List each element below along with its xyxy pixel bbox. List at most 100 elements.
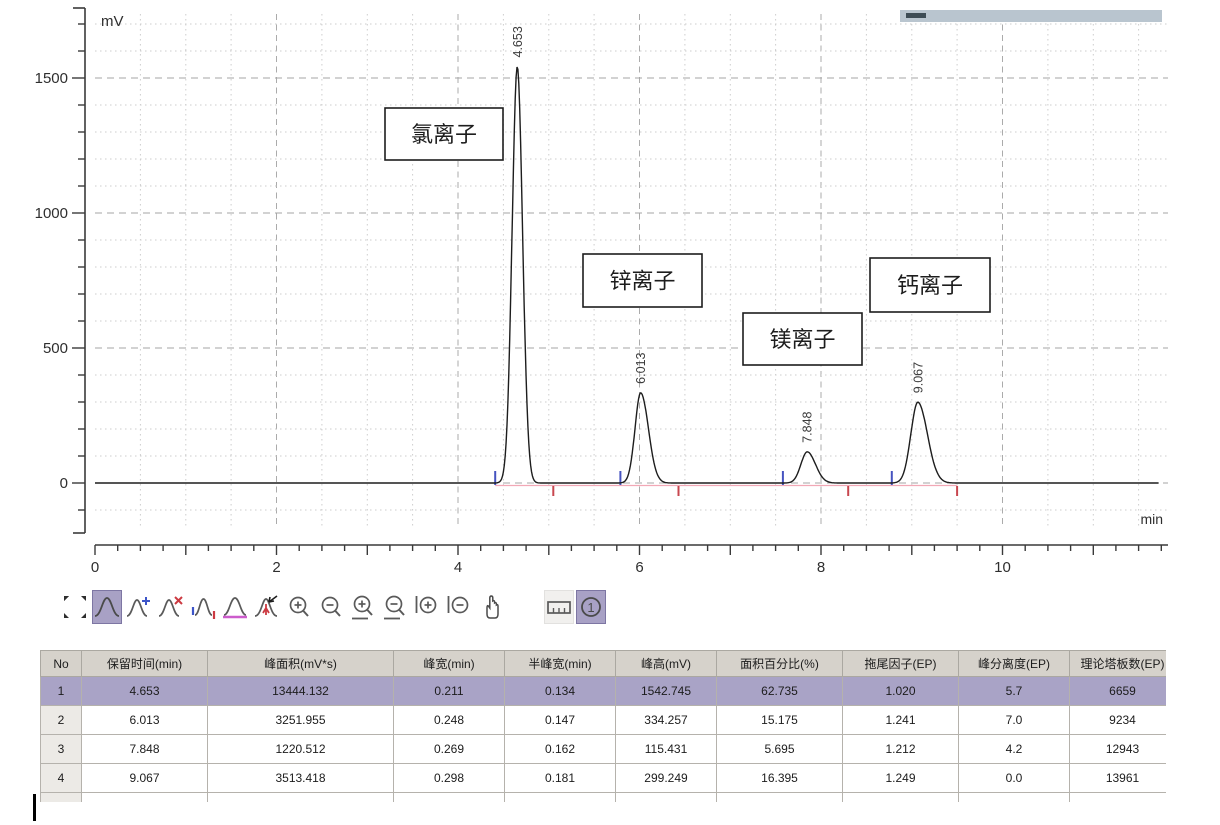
chromatogram-plot[interactable]: 050010001500mV0246810min4.6536.0137.8489…	[0, 0, 1220, 586]
table-cell: 0.181	[505, 764, 616, 793]
column-header: 峰宽(min)	[394, 651, 505, 677]
table-cell: 62.735	[717, 677, 843, 706]
table-cell: 3513.418	[208, 764, 394, 793]
table-cell: 0.269	[394, 735, 505, 764]
table-cell: 16.395	[717, 764, 843, 793]
text-cursor-artifact	[33, 794, 36, 821]
column-header: 理论塔板数(EP)	[1070, 651, 1167, 677]
column-header: No	[41, 651, 82, 677]
zoom-out-x-icon[interactable]	[380, 590, 410, 624]
ruler-icon[interactable]	[544, 590, 574, 624]
table-cell: 7.848	[82, 735, 208, 764]
svg-text:1500: 1500	[35, 70, 68, 87]
column-header: 半峰宽(min)	[505, 651, 616, 677]
table-row-partial	[41, 793, 1167, 803]
svg-text:0: 0	[60, 475, 68, 492]
table-cell	[717, 793, 843, 803]
peak-annotation-label: 镁离子	[769, 327, 835, 352]
peak-annotation-label: 钙离子	[897, 273, 963, 298]
table-row[interactable]: 14.65313444.1320.2110.1341542.74562.7351…	[41, 677, 1167, 706]
column-header: 保留时间(min)	[82, 651, 208, 677]
table-cell	[394, 793, 505, 803]
peak-rt-label: 6.013	[634, 352, 648, 383]
peak-select-icon[interactable]	[92, 590, 122, 624]
svg-text:1000: 1000	[35, 205, 68, 222]
table-cell: 1.241	[843, 706, 959, 735]
svg-text:10: 10	[994, 559, 1011, 576]
table-cell: 13444.132	[208, 677, 394, 706]
table-cell: 9234	[1070, 706, 1167, 735]
zoom-in-x-icon[interactable]	[348, 590, 378, 624]
zoom-out-icon[interactable]	[316, 590, 346, 624]
table-cell: 4.653	[82, 677, 208, 706]
table-cell: 0.162	[505, 735, 616, 764]
table-cell: 5.7	[959, 677, 1070, 706]
table-cell	[208, 793, 394, 803]
table-cell: 1.020	[843, 677, 959, 706]
pan-hand-icon[interactable]	[476, 590, 506, 624]
peak-annotation-label: 氯离子	[411, 122, 477, 147]
svg-text:mV: mV	[101, 13, 124, 30]
peak-annotation-label: 锌离子	[609, 269, 675, 294]
table-cell: 115.431	[616, 735, 717, 764]
table-cell	[843, 793, 959, 803]
peak-delete-icon[interactable]	[156, 590, 186, 624]
table-cell: 6.013	[82, 706, 208, 735]
svg-text:4: 4	[454, 559, 462, 576]
table-cell: 0.298	[394, 764, 505, 793]
legend-bar	[900, 10, 1162, 22]
table-cell: 9.067	[82, 764, 208, 793]
zoom-in-y-icon[interactable]	[412, 590, 442, 624]
table-cell: 1.212	[843, 735, 959, 764]
table-cell: 0.147	[505, 706, 616, 735]
table-cell: 2	[41, 706, 82, 735]
column-header: 峰高(mV)	[616, 651, 717, 677]
table-cell: 13961	[1070, 764, 1167, 793]
expand-icon[interactable]	[60, 590, 90, 624]
table-cell: 299.249	[616, 764, 717, 793]
chart-toolbar: 1	[60, 588, 608, 626]
peak-result-table: No保留时间(min)峰面积(mV*s)峰宽(min)半峰宽(min)峰高(mV…	[40, 650, 1166, 802]
peak-split-icon[interactable]	[252, 590, 282, 624]
table-cell: 1542.745	[616, 677, 717, 706]
table-cell: 4.2	[959, 735, 1070, 764]
chromatography-workstation: 050010001500mV0246810min4.6536.0137.8489…	[0, 0, 1220, 825]
svg-text:min: min	[1140, 511, 1163, 527]
table-cell: 3	[41, 735, 82, 764]
table-cell: 0.0	[959, 764, 1070, 793]
zoom-out-y-icon[interactable]	[444, 590, 474, 624]
table-row[interactable]: 49.0673513.4180.2980.181299.24916.3951.2…	[41, 764, 1167, 793]
column-header: 拖尾因子(EP)	[843, 651, 959, 677]
zoom-in-icon[interactable]	[284, 590, 314, 624]
column-header: 峰分离度(EP)	[959, 651, 1070, 677]
table-cell: 1	[41, 677, 82, 706]
table-cell: 3251.955	[208, 706, 394, 735]
peak-start-end-icon[interactable]	[188, 590, 218, 624]
table-row[interactable]: 37.8481220.5120.2690.162115.4315.6951.21…	[41, 735, 1167, 764]
table-row[interactable]: 26.0133251.9550.2480.147334.25715.1751.2…	[41, 706, 1167, 735]
table-cell	[1070, 793, 1167, 803]
svg-text:500: 500	[43, 340, 68, 357]
svg-text:6: 6	[635, 559, 643, 576]
column-header: 面积百分比(%)	[717, 651, 843, 677]
table-cell: 6659	[1070, 677, 1167, 706]
table-cell: 334.257	[616, 706, 717, 735]
peak-table-header: No保留时间(min)峰面积(mV*s)峰宽(min)半峰宽(min)峰高(mV…	[41, 651, 1167, 677]
column-header: 峰面积(mV*s)	[208, 651, 394, 677]
table-cell	[616, 793, 717, 803]
table-cell: 7.0	[959, 706, 1070, 735]
channel-1-icon[interactable]: 1	[576, 590, 606, 624]
table-cell	[82, 793, 208, 803]
table-cell: 1.249	[843, 764, 959, 793]
peak-rt-label: 4.653	[511, 26, 525, 57]
legend-mark-icon	[906, 13, 926, 18]
svg-text:1: 1	[587, 600, 594, 615]
peak-rt-label: 9.067	[911, 362, 925, 393]
table-cell: 1220.512	[208, 735, 394, 764]
svg-text:2: 2	[272, 559, 280, 576]
peak-baseline-icon[interactable]	[220, 590, 250, 624]
peak-add-icon[interactable]	[124, 590, 154, 624]
table-cell: 12943	[1070, 735, 1167, 764]
table-cell	[505, 793, 616, 803]
svg-text:0: 0	[91, 559, 99, 576]
